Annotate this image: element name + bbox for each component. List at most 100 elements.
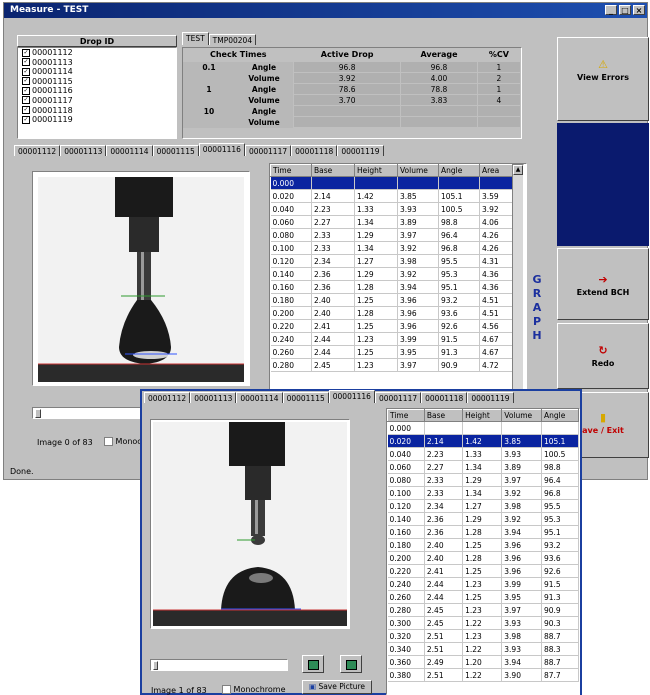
grid-row[interactable]: 0.060 2.27 1.34 3.89 98.8 4.06 [270, 215, 515, 229]
drop-id-item[interactable]: ✓ 00001118 [18, 106, 176, 116]
detail-image-slider[interactable] [150, 659, 288, 671]
grid-row[interactable]: 0.140 2.36 1.29 3.92 95.3 4.36 [270, 267, 515, 281]
set-tab[interactable]: TEST [182, 32, 209, 45]
grid-column-header[interactable]: Angle [540, 409, 579, 422]
grid-row[interactable]: 0.100 2.33 1.34 3.92 96.8 4.26 [270, 241, 515, 255]
checkbox-checked-icon[interactable]: ✓ [22, 106, 30, 115]
grid-column-header[interactable]: Volume [397, 164, 439, 177]
grid-row[interactable]: 0.340 2.51 1.22 3.93 88.3 [387, 642, 579, 656]
grid-column-header[interactable]: Base [311, 164, 355, 177]
grid-column-header[interactable]: Height [462, 409, 503, 422]
grid-row[interactable]: 0.280 2.45 1.23 3.97 90.9 [387, 603, 579, 617]
grid-row[interactable]: 0.260 2.44 1.25 3.95 91.3 4.67 [270, 345, 515, 359]
drop-id-item[interactable]: ✓ 00001114 [18, 67, 176, 77]
grid-row[interactable]: 0.180 2.40 1.25 3.96 93.2 4.51 [270, 293, 515, 307]
checkbox-checked-icon[interactable]: ✓ [22, 96, 30, 105]
grid-row[interactable]: 0.160 2.36 1.28 3.94 95.1 [387, 525, 579, 539]
prev-frame-button[interactable] [302, 655, 324, 673]
grid-row[interactable]: 0.120 2.34 1.27 3.98 95.5 [387, 499, 579, 513]
grid-row[interactable]: 0.080 2.33 1.29 3.97 96.4 [387, 473, 579, 487]
set-tab[interactable]: TMP00204 [208, 34, 257, 45]
detail-drop-tab[interactable]: 00001116 [328, 390, 375, 403]
minimize-button[interactable]: _ [605, 5, 617, 15]
grid-row[interactable]: 0.020 2.14 1.42 3.85 105.1 3.59 [270, 189, 515, 203]
checkbox-checked-icon[interactable]: ✓ [22, 77, 30, 86]
scroll-up-icon[interactable]: ▲ [513, 165, 523, 175]
grid-row[interactable]: 0.260 2.44 1.25 3.95 91.3 [387, 590, 579, 604]
drop-tab[interactable]: 00001119 [337, 145, 384, 156]
grid-row[interactable]: 0.240 2.44 1.23 3.99 91.5 [387, 577, 579, 591]
drop-id-item[interactable]: ✓ 00001117 [18, 96, 176, 106]
grid-row[interactable]: 0.080 2.33 1.29 3.97 96.4 4.26 [270, 228, 515, 242]
drop-tab[interactable]: 00001118 [291, 145, 338, 156]
redo-button[interactable]: ↻ Redo [557, 323, 649, 389]
checkbox-checked-icon[interactable]: ✓ [22, 67, 30, 76]
drop-tab[interactable]: 00001116 [198, 143, 245, 156]
drop-id-item[interactable]: ✓ 00001116 [18, 86, 176, 96]
grid-row[interactable]: 0.160 2.36 1.28 3.94 95.1 4.36 [270, 280, 515, 294]
detail-monochrome-checkbox[interactable] [222, 685, 231, 694]
detail-slider-thumb[interactable] [153, 661, 158, 670]
grid-column-header[interactable]: Volume [501, 409, 542, 422]
save-picture-button[interactable]: ▣ Save Picture [302, 680, 372, 694]
grid-row[interactable]: 0.280 2.45 1.23 3.97 90.9 4.72 [270, 358, 515, 372]
grid-row[interactable]: 0.040 2.23 1.33 3.93 100.5 [387, 447, 579, 461]
grid-column-header[interactable]: Angle [438, 164, 480, 177]
maximize-button[interactable]: □ [619, 5, 631, 15]
view-errors-button[interactable]: ⚠ View Errors [557, 37, 649, 121]
detail-drop-tab[interactable]: 00001113 [190, 392, 237, 403]
drop-tab[interactable]: 00001115 [152, 145, 199, 156]
grid-row[interactable]: 0.020 2.14 1.42 3.85 105.1 [387, 434, 579, 448]
drop-id-item[interactable]: ✓ 00001115 [18, 77, 176, 87]
detail-monochrome-option[interactable]: Monochrome [222, 685, 286, 694]
grid-column-header[interactable]: Time [270, 164, 312, 177]
drop-tab[interactable]: 00001113 [60, 145, 107, 156]
grid-row[interactable]: 0.220 2.41 1.25 3.96 92.6 4.56 [270, 319, 515, 333]
slider-thumb[interactable] [35, 409, 41, 418]
drop-id-item[interactable]: ✓ 00001112 [18, 48, 176, 58]
grid-column-header[interactable]: Area [479, 164, 515, 177]
grid-row[interactable]: 0.000 [270, 176, 515, 190]
extend-bch-button[interactable]: ➔ Extend BCH [557, 248, 649, 320]
detail-drop-tab[interactable]: 00001112 [144, 392, 191, 403]
monochrome-checkbox[interactable] [104, 437, 113, 446]
checkbox-checked-icon[interactable]: ✓ [22, 115, 30, 124]
next-frame-button[interactable] [340, 655, 362, 673]
checkbox-checked-icon[interactable]: ✓ [22, 48, 30, 57]
grid-row[interactable]: 0.200 2.40 1.28 3.96 93.6 [387, 551, 579, 565]
drop-id-list[interactable]: ✓ 00001112 ✓ 00001113 ✓ 00001114 ✓ 00001115 ✓ 000… [17, 47, 177, 139]
drop-tab[interactable]: 00001117 [244, 145, 292, 156]
grid-row[interactable]: 0.300 2.45 1.22 3.93 90.3 [387, 616, 579, 630]
drop-id-item[interactable]: ✓ 00001119 [18, 115, 176, 125]
grid-row[interactable]: 0.380 2.51 1.22 3.90 87.7 [387, 668, 579, 682]
grid-row[interactable]: 0.060 2.27 1.34 3.89 98.8 [387, 460, 579, 474]
graph-tab[interactable]: GRAPH [529, 273, 545, 343]
grid-row[interactable]: 0.040 2.23 1.33 3.93 100.5 3.92 [270, 202, 515, 216]
checkbox-checked-icon[interactable]: ✓ [22, 58, 30, 67]
drop-id-item[interactable]: ✓ 00001113 [18, 58, 176, 68]
checkbox-checked-icon[interactable]: ✓ [22, 86, 30, 95]
grid-row[interactable]: 0.180 2.40 1.25 3.96 93.2 [387, 538, 579, 552]
grid-row[interactable]: 0.200 2.40 1.28 3.96 93.6 4.51 [270, 306, 515, 320]
grid-scrollbar[interactable]: ▲ [512, 164, 524, 390]
detail-measurement-grid[interactable]: Time Base Height Volume Angle 0.000 0.020 2.14 1… [386, 408, 580, 695]
grid-column-header[interactable]: Base [423, 409, 464, 422]
grid-row[interactable]: 0.100 2.33 1.34 3.92 96.8 [387, 486, 579, 500]
grid-row[interactable]: 0.120 2.34 1.27 3.98 95.5 4.31 [270, 254, 515, 268]
detail-drop-tab[interactable]: 00001114 [236, 392, 283, 403]
detail-drop-tab[interactable]: 00001119 [467, 392, 514, 403]
grid-row[interactable]: 0.240 2.44 1.23 3.99 91.5 4.67 [270, 332, 515, 346]
grid-row[interactable]: 0.320 2.51 1.23 3.98 88.7 [387, 629, 579, 643]
drop-tab[interactable]: 00001112 [14, 145, 61, 156]
detail-drop-tab[interactable]: 00001118 [421, 392, 468, 403]
measurement-grid[interactable]: Time Base Height Volume Angle Area 0.000 0.020 2… [269, 163, 527, 391]
grid-column-header[interactable]: Time [387, 409, 425, 422]
drop-tab[interactable]: 00001114 [106, 145, 153, 156]
grid-row[interactable]: 0.000 [387, 421, 579, 435]
detail-drop-tab[interactable]: 00001115 [282, 392, 329, 403]
detail-drop-tab[interactable]: 00001117 [374, 392, 422, 403]
grid-row[interactable]: 0.220 2.41 1.25 3.96 92.6 [387, 564, 579, 578]
grid-row[interactable]: 0.140 2.36 1.29 3.92 95.3 [387, 512, 579, 526]
grid-column-header[interactable]: Height [354, 164, 398, 177]
close-button[interactable]: × [633, 5, 645, 15]
